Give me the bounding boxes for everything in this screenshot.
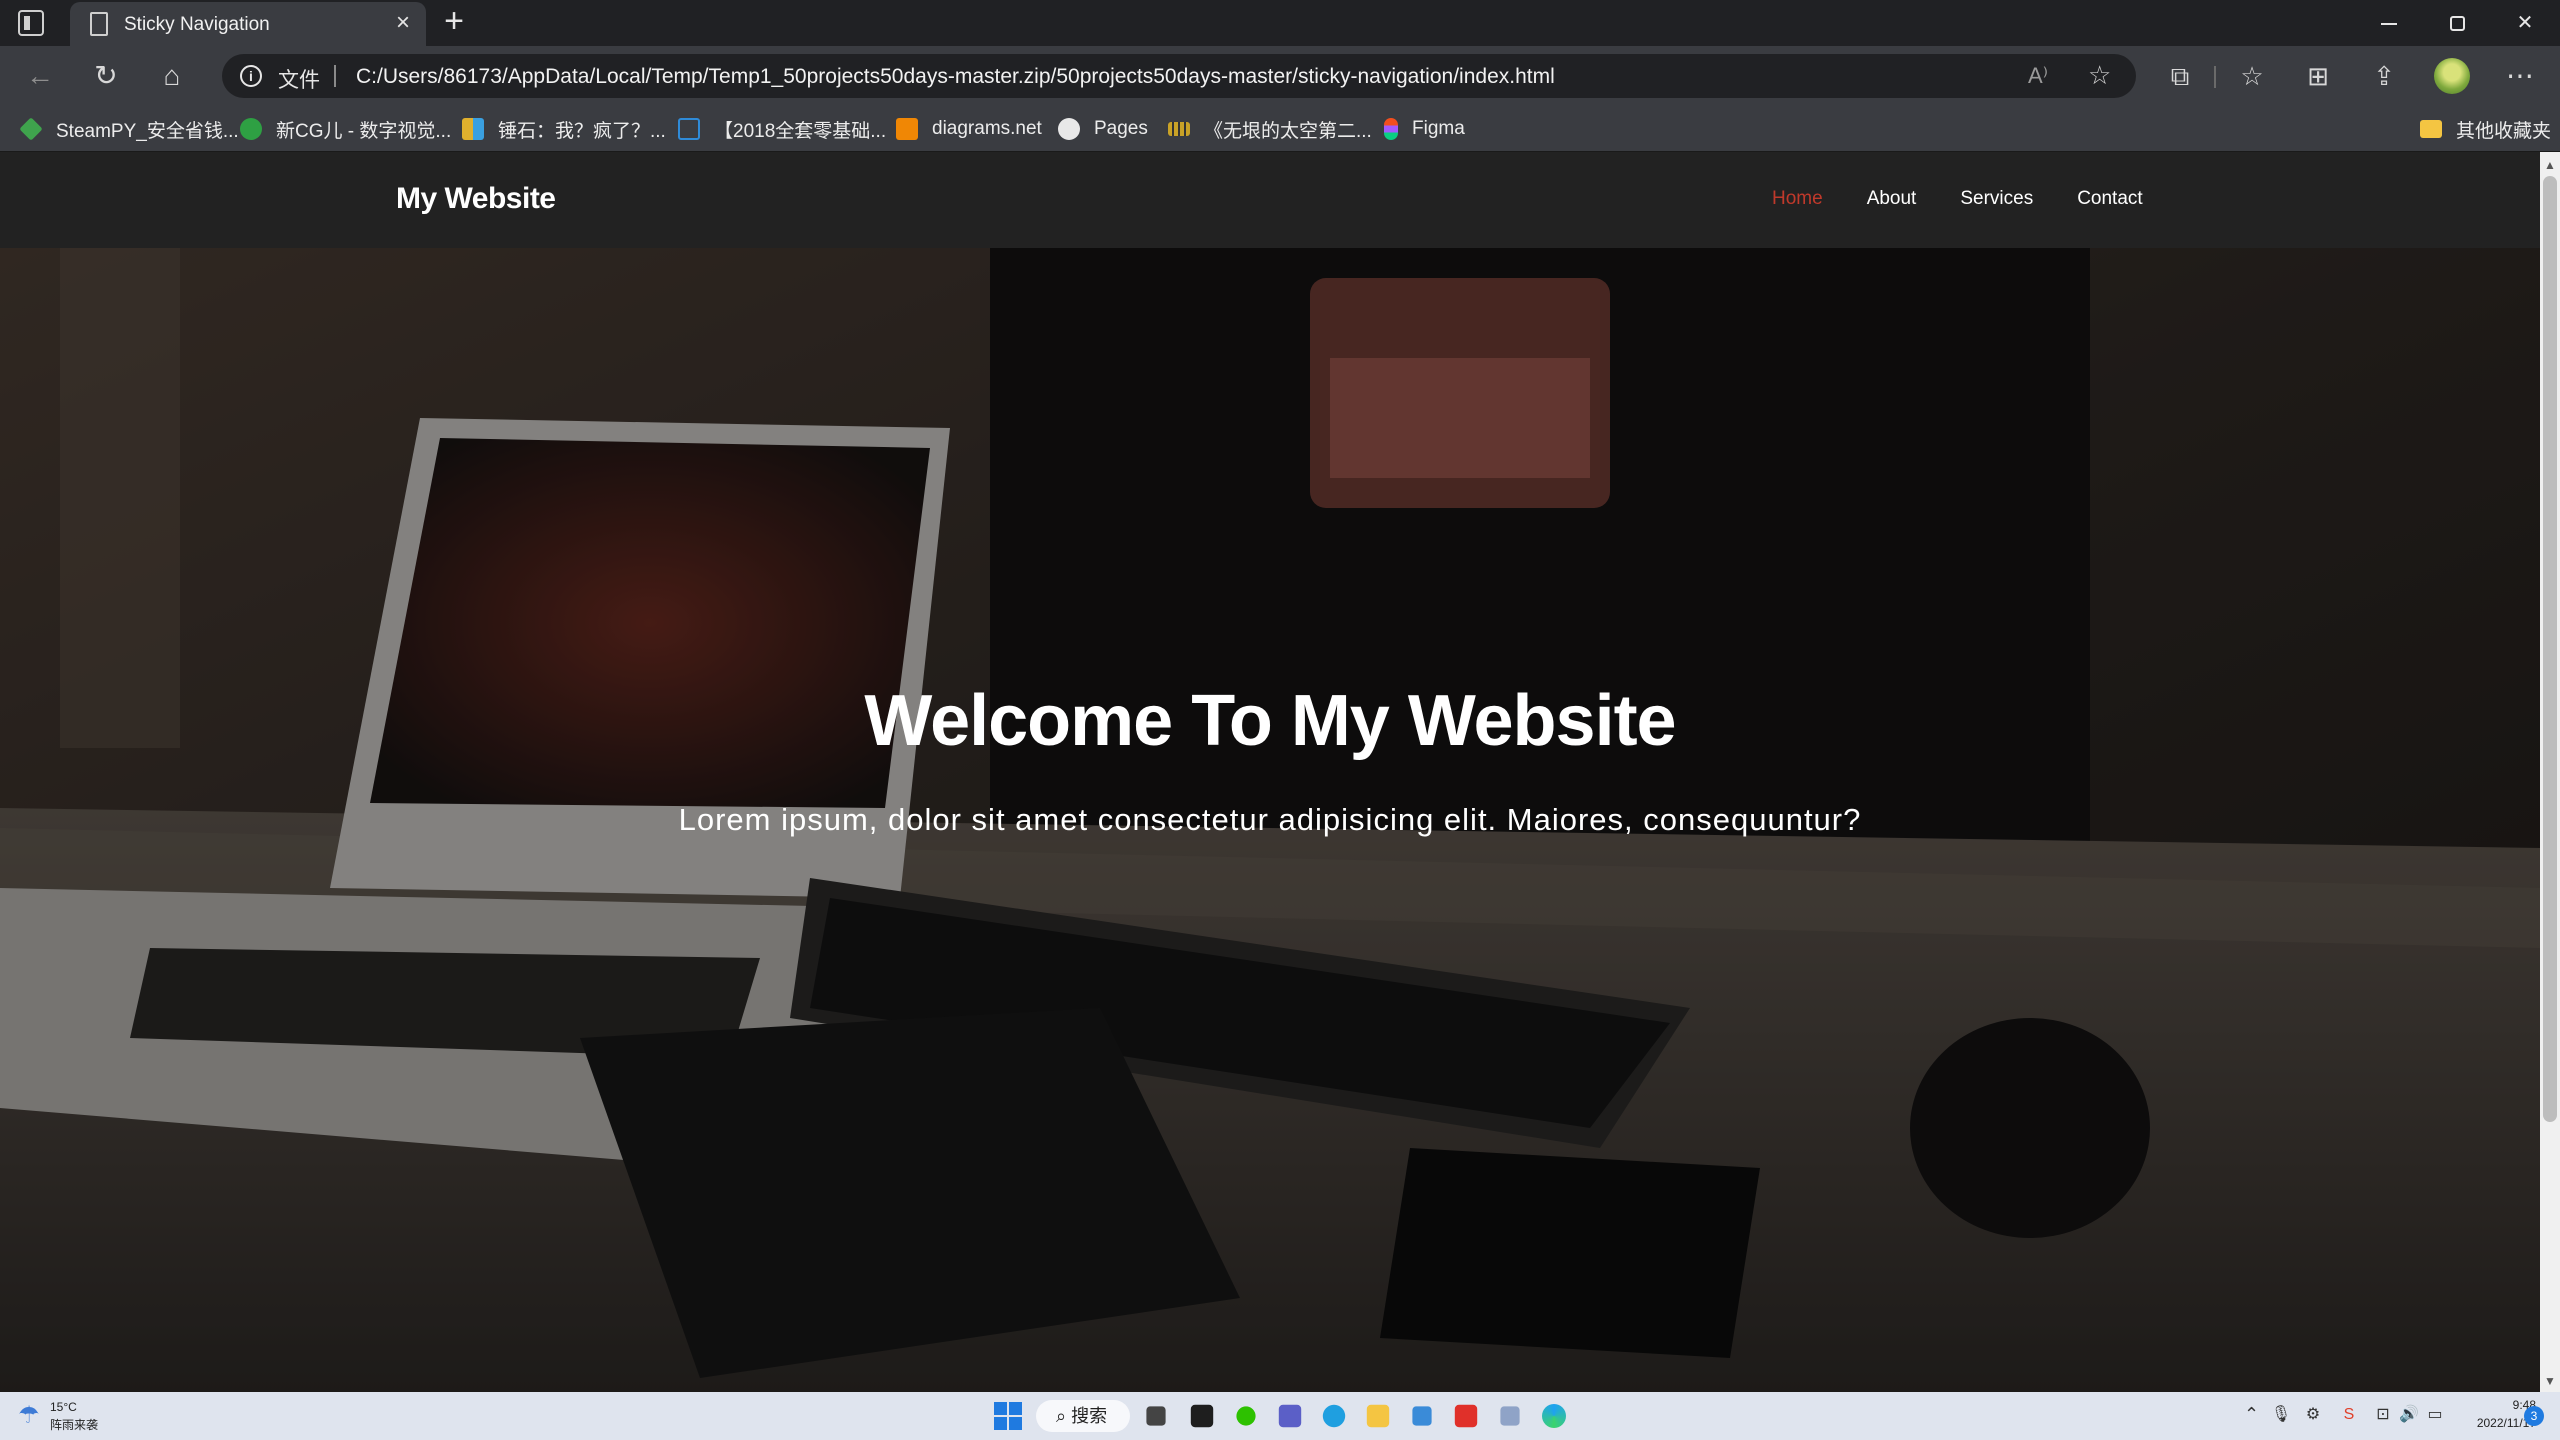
bookmark-item[interactable]: 《无垠的太空第二... — [1168, 115, 1372, 143]
file-explorer-icon[interactable] — [1366, 1404, 1390, 1428]
taskbar-search-label: 搜索 — [1071, 1406, 1108, 1426]
new-tab-button[interactable]: + — [438, 4, 470, 38]
bookmark-item[interactable]: 锤石：我？疯了？... — [462, 115, 666, 143]
tray-overflow-icon[interactable]: ⌃ — [2244, 1404, 2259, 1425]
notification-badge[interactable]: 3 — [2524, 1406, 2544, 1426]
bookmark-item[interactable]: Figma — [1384, 115, 1465, 143]
bookmarks-bar: SteamPY_安全省钱... 新CG儿 - 数字视觉... 锤石：我？疯了？.… — [0, 106, 2560, 152]
taskbar-search[interactable]: ⌕ 搜索 — [1036, 1400, 1130, 1432]
reload-button[interactable]: ↻ — [88, 58, 124, 94]
window-close-button[interactable]: ✕ — [2502, 6, 2548, 40]
info-icon[interactable]: i — [240, 65, 262, 87]
site-nav-links: Home About Services Contact — [1772, 188, 2187, 210]
collections-icon[interactable]: ⊞ — [2300, 58, 2336, 94]
file-scheme-label: 文件 — [278, 69, 320, 92]
bookmark-label: 【2018全套零基础... — [714, 120, 887, 142]
nav-link-services[interactable]: Services — [1960, 188, 2033, 210]
address-bar[interactable]: i 文件 C:/Users/86173/AppData/Local/Temp/T… — [222, 54, 2136, 98]
site-navbar: My Website Home About Services Contact — [0, 152, 2540, 248]
clock-date[interactable]: 2022/11/17 — [2436, 1416, 2536, 1430]
back-button[interactable]: ← — [22, 58, 58, 94]
teams-icon[interactable] — [1278, 1404, 1302, 1428]
start-button[interactable] — [992, 1400, 1024, 1432]
folder-icon — [2420, 120, 2442, 138]
weather-icon[interactable]: ☂ — [18, 1402, 46, 1430]
bookmark-label: diagrams.net — [932, 118, 1042, 139]
minimize-button[interactable] — [2366, 6, 2412, 40]
bookmark-item[interactable]: Pages — [1058, 115, 1148, 143]
tab-sticky-navigation[interactable]: Sticky Navigation × — [70, 2, 426, 46]
hero-title: Welcome To My Website — [864, 681, 1676, 761]
weather-temperature[interactable]: 15°C — [50, 1400, 77, 1414]
restore-button[interactable] — [2434, 6, 2480, 40]
more-icon[interactable]: ⋯ — [2502, 58, 2538, 94]
scroll-up-icon[interactable]: ▲ — [2540, 158, 2560, 172]
weather-description[interactable]: 阵雨来袭 — [50, 1416, 98, 1433]
github-icon — [1058, 118, 1080, 140]
tab-actions-icon[interactable] — [18, 10, 44, 36]
scroll-down-icon[interactable]: ▼ — [2540, 1374, 2560, 1388]
nav-link-home[interactable]: Home — [1772, 188, 1823, 210]
other-bookmarks-label: 其他收藏夹 — [2456, 120, 2552, 142]
bilibili-grid-icon — [462, 118, 484, 140]
bookmark-label: SteamPY_安全省钱... — [56, 120, 239, 142]
browser-toolbar: ← ↻ ⌂ i 文件 C:/Users/86173/AppData/Local/… — [0, 46, 2560, 106]
netease-icon[interactable] — [1454, 1404, 1478, 1428]
windows-taskbar: ☂ 15°C 阵雨来袭 ⌕ 搜索 ⌃ 🎙 ⚙ S ⊡ 🔊 ▭ 9:48 2022… — [0, 1392, 2560, 1440]
page-icon — [90, 12, 108, 36]
browser-tab-bar: Sticky Navigation × + ✕ — [0, 0, 2560, 46]
page-scrollbar[interactable]: ▲ ▼ — [2540, 152, 2560, 1392]
edge-icon[interactable] — [1542, 1404, 1566, 1428]
network-icon[interactable]: ⊡ — [2372, 1404, 2394, 1426]
web-page: My Website Home About Services Contact W… — [0, 152, 2540, 1392]
scroll-thumb[interactable] — [2543, 176, 2557, 1122]
film-icon — [1168, 122, 1190, 136]
notepad-icon[interactable] — [1500, 1406, 1520, 1426]
bookmark-item[interactable]: SteamPY_安全省钱... — [19, 115, 239, 143]
bookmark-label: 锤石：我？疯了？... — [498, 120, 666, 142]
profile-avatar[interactable] — [2434, 58, 2470, 94]
bookmark-label: Figma — [1412, 118, 1465, 139]
diagrams-icon — [896, 118, 918, 140]
wechat-icon[interactable] — [1236, 1406, 1256, 1426]
store-icon[interactable] — [1412, 1406, 1432, 1426]
bilibili-icon — [678, 118, 700, 140]
restore-icon — [2449, 16, 2465, 32]
steampy-icon — [19, 117, 43, 141]
extensions-icon[interactable]: ⧉ — [2162, 58, 2198, 94]
toolbar-divider — [2214, 66, 2216, 88]
tab-title: Sticky Navigation — [124, 14, 270, 35]
address-divider — [334, 65, 336, 87]
bookmark-item[interactable]: 新CG儿 - 数字视觉... — [240, 115, 451, 143]
qq-browser-icon[interactable] — [1322, 1404, 1346, 1428]
ime-icon[interactable]: S — [2338, 1404, 2360, 1426]
add-favorite-icon[interactable]: ☆ — [2088, 60, 2111, 91]
hero-subtitle: Lorem ipsum, dolor sit amet consectetur … — [678, 802, 1862, 837]
minimize-icon — [2381, 22, 2397, 25]
nav-link-contact[interactable]: Contact — [2077, 188, 2142, 210]
share-icon[interactable]: ⇪ — [2366, 58, 2402, 94]
cg-icon — [240, 118, 262, 140]
home-button[interactable]: ⌂ — [154, 58, 190, 94]
search-icon: ⌕ — [1056, 1406, 1067, 1426]
settings-icon[interactable]: ⚙ — [2302, 1404, 2324, 1426]
close-icon[interactable]: × — [390, 10, 416, 36]
url-text[interactable]: C:/Users/86173/AppData/Local/Temp/Temp1_… — [356, 65, 1555, 89]
microphone-icon[interactable]: 🎙 — [2270, 1404, 2292, 1426]
bookmark-label: 《无垠的太空第二... — [1204, 120, 1372, 142]
bookmark-item[interactable]: diagrams.net — [896, 115, 1042, 143]
bookmark-label: Pages — [1094, 118, 1148, 139]
other-bookmarks[interactable]: 其他收藏夹 — [2420, 115, 2551, 143]
read-aloud-icon[interactable]: A⁾ — [2028, 63, 2048, 89]
terminal-icon[interactable] — [1190, 1404, 1214, 1428]
bookmark-item[interactable]: 【2018全套零基础... — [678, 115, 886, 143]
favorites-icon[interactable]: ☆ — [2234, 58, 2270, 94]
nav-link-about[interactable]: About — [1867, 188, 1917, 210]
bookmark-label: 新CG儿 - 数字视觉... — [276, 120, 452, 142]
figma-icon — [1384, 118, 1398, 140]
task-view-icon[interactable] — [1146, 1406, 1166, 1426]
site-logo[interactable]: My Website — [396, 182, 556, 216]
volume-icon[interactable]: 🔊 — [2398, 1404, 2420, 1426]
